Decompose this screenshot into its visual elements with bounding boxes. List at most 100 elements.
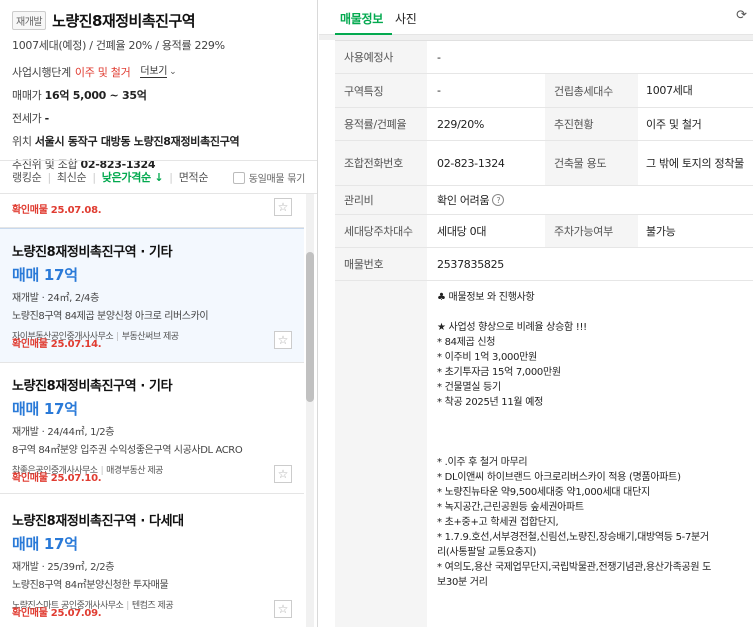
- description-line: [437, 425, 749, 440]
- sale-price-line: 매매가 16억 5,000 ~ 35억: [12, 87, 305, 103]
- list-item[interactable]: 노량진8재정비촉진구역 · 기타 매매 17억 재개발 · 24㎡, 2/4층 …: [0, 228, 304, 363]
- listing-title: 노량진8재정비촉진구역 · 기타: [12, 379, 173, 394]
- detail-value: -: [437, 84, 441, 97]
- stage-value: 이주 및 철거: [74, 66, 131, 79]
- detail-label: 관리비: [335, 186, 427, 214]
- detail-value: 불가능: [646, 224, 676, 238]
- detail-label: 추진현황: [545, 108, 638, 140]
- location-line: 위치 서울시 동작구 대방동 노량진8재정비촉진구역: [12, 133, 305, 149]
- listing-description: 노량진8구역 84제곱 분양신청 아크로 리버스카이: [12, 311, 209, 322]
- sale-price-label: 매매가: [12, 89, 42, 102]
- description-line: * 1.7.9.호선,서부경전철,신림선,노량진,장승배기,대방역등 5-7분거: [437, 532, 709, 543]
- tab-listing-info[interactable]: 매물정보: [340, 10, 383, 27]
- description-line: 리(사통팔달 교통요충지): [437, 547, 537, 558]
- description-line: ★ 사업성 향상으로 비례율 상승함 !!!: [437, 322, 587, 333]
- description-line: * 건물멸실 등기: [437, 382, 501, 393]
- detail-row: 구역특징 - 건립총세대수 1007세대: [335, 74, 753, 108]
- listing-description-text: ♣ 매물정보 와 진행사항 ★ 사업성 향상으로 비례율 상승함 !!! * 84제…: [437, 290, 749, 590]
- jeonse-label: 전세가: [12, 112, 42, 125]
- detail-tabs: 매물정보 사진 ⟳: [319, 0, 753, 35]
- star-icon[interactable]: ☆: [274, 465, 292, 483]
- confirm-date: 확인매물 25.07.10.: [12, 473, 102, 484]
- description-line: 보30분 거리: [437, 577, 488, 588]
- agent-divider: |: [116, 332, 119, 342]
- listing-price: 매매 17억: [12, 266, 78, 284]
- description-line: [437, 410, 749, 425]
- star-icon[interactable]: ☆: [274, 198, 292, 216]
- tab-photos[interactable]: 사진: [395, 10, 417, 27]
- sort-bar: 랭킹순 | 최신순 | 낮은가격순 ↓ | 면적순 동일매물 묶기: [0, 160, 317, 194]
- detail-label: 매물번호: [335, 248, 427, 280]
- agent-divider: |: [126, 601, 129, 611]
- chevron-down-icon[interactable]: ⌄: [169, 67, 177, 77]
- description-line: ♣ 매물정보 와 진행사항: [437, 292, 535, 303]
- jeonse-line: 전세가 -: [12, 110, 305, 126]
- complex-summary: 재개발 노량진8재정비촉진구역 1007세대(예정) / 건폐율 20% / 용…: [0, 0, 317, 171]
- detail-value: 이주 및 철거: [646, 117, 702, 131]
- sort-divider: |: [47, 170, 51, 184]
- location-label: 위치: [12, 135, 32, 148]
- description-line: [437, 440, 749, 455]
- description-label-cell: [335, 281, 427, 627]
- star-icon[interactable]: ☆: [274, 331, 292, 349]
- group-same-listings-toggle[interactable]: 동일매물 묶기: [232, 170, 306, 185]
- detail-label: 건립총세대수: [545, 74, 638, 107]
- sort-low-price[interactable]: 낮은가격순 ↓: [102, 169, 164, 185]
- confirm-date: 확인매물 25.07.08.: [12, 205, 102, 216]
- detail-label: 사용예정사: [335, 41, 427, 73]
- listing-spec: 재개발 · 25/39㎡, 2/2층: [12, 562, 115, 573]
- detail-label: 용적률/건폐율: [335, 108, 427, 140]
- sort-ranking[interactable]: 랭킹순: [12, 169, 42, 185]
- detail-row: 조합전화번호 02-823-1324 건축물 용도 그 밖에 토지의 정착물: [335, 141, 753, 186]
- list-item[interactable]: 노량진8재정비촉진구역 · 기타 매매 17억 재개발 · 24/44㎡, 1/…: [0, 363, 304, 494]
- scrollbar-thumb[interactable]: [306, 252, 314, 402]
- more-button[interactable]: 더보기: [140, 66, 167, 78]
- description-line: * DL이앤씨 하이브랜드 아크로리버스카이 적용 (명품아파트): [437, 472, 681, 483]
- list-item[interactable]: 확인매물 25.07.08. ☆: [0, 194, 304, 228]
- stage-row: 사업시행단계 이주 및 철거 더보기 ⌄: [12, 64, 305, 80]
- detail-row: 용적률/건폐율 229/20% 추진현황 이주 및 철거: [335, 108, 753, 141]
- description-line: * 이주비 1억 3,000만원: [437, 352, 537, 363]
- complex-title: 노량진8재정비촉진구역: [52, 12, 196, 30]
- listing-spec: 재개발 · 24/44㎡, 1/2층: [12, 427, 115, 438]
- complex-meta: 1007세대(예정) / 건폐율 20% / 용적률 229%: [12, 39, 225, 52]
- detail-label: 주차가능여부: [545, 215, 638, 247]
- detail-value: 1007세대: [646, 84, 693, 97]
- help-icon[interactable]: ?: [492, 194, 505, 206]
- listing-title: 노량진8재정비촉진구역 · 기타: [12, 245, 173, 260]
- confirm-date: 확인매물 25.07.09.: [12, 608, 102, 619]
- sort-area[interactable]: 면적순: [179, 169, 209, 185]
- listing-spec: 재개발 · 24㎡, 2/4층: [12, 293, 100, 304]
- group-same-label: 동일매물 묶기: [248, 174, 306, 185]
- detail-label: 구역특징: [335, 74, 427, 107]
- stage-label: 사업시행단계: [12, 66, 71, 79]
- description-line: * 초기투자금 15억 7,000만원: [437, 367, 561, 378]
- listing-title: 노량진8재정비촉진구역 · 다세대: [12, 514, 184, 529]
- description-line: * 노량진뉴타운 약9,500세대중 약1,000세대 대단지: [437, 487, 650, 498]
- detail-value: 2537835825: [437, 257, 504, 271]
- sort-divider: |: [169, 170, 173, 184]
- detail-label: 조합전화번호: [335, 141, 427, 185]
- detail-value: 확인 어려움: [437, 194, 490, 207]
- jeonse-value: -: [44, 112, 50, 125]
- complex-type-badge: 재개발: [12, 11, 47, 30]
- detail-label: 건축물 용도: [545, 141, 638, 185]
- location-value: 서울시 동작구 대방동 노량진8재정비촉진구역: [34, 135, 240, 148]
- provider-name: 부동산써브 제공: [121, 332, 179, 342]
- detail-row: 세대당주차대수 세대당 0대 주차가능여부 불가능: [335, 215, 753, 248]
- star-icon[interactable]: ☆: [274, 600, 292, 618]
- group-same-checkbox[interactable]: [232, 171, 245, 184]
- detail-value-wrap: 확인 어려움 ?: [437, 186, 505, 214]
- provider-name: 매경부동산 제공: [106, 466, 163, 476]
- refresh-icon[interactable]: ⟳: [736, 8, 747, 23]
- description-row: ♣ 매물정보 와 진행사항 ★ 사업성 향상으로 비례율 상승함 !!! * 84제…: [335, 281, 753, 627]
- description-line: * 여의도,용산 국제업무단지,국립박물관,전쟁기념관,용산가족공원 도: [437, 562, 712, 573]
- listing-price: 매매 17억: [12, 535, 78, 553]
- description-line: * 녹지공간,근린공원등 숲세권아파트: [437, 502, 584, 513]
- detail-value: 그 밖에 토지의 정착물: [646, 156, 744, 170]
- sale-price-value: 16억 5,000 ~ 35억: [44, 89, 147, 102]
- detail-row: 관리비 확인 어려움 ?: [335, 186, 753, 215]
- listing-list[interactable]: 확인매물 25.07.08. ☆ 노량진8재정비촉진구역 · 기타 매매 17억…: [0, 194, 317, 627]
- list-item[interactable]: 노량진8재정비촉진구역 · 다세대 매매 17억 재개발 · 25/39㎡, 2…: [0, 494, 304, 627]
- sort-latest[interactable]: 최신순: [57, 169, 87, 185]
